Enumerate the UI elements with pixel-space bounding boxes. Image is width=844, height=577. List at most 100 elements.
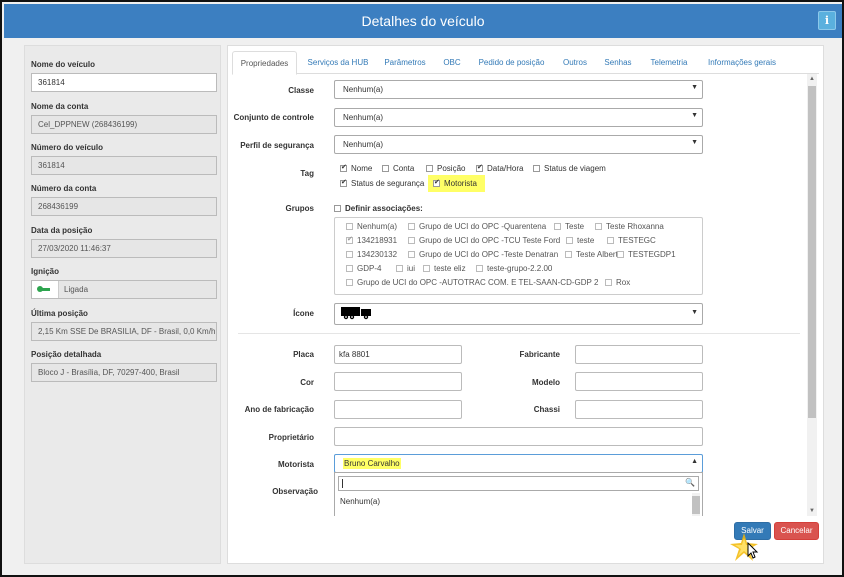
dropdown-option[interactable]: Nenhum(a) bbox=[340, 497, 380, 506]
proprietario-input[interactable] bbox=[334, 427, 703, 446]
motorista-value: Bruno Carvalho bbox=[343, 458, 401, 469]
last-position-field: 2,15 Km SSE De BRASILIA, DF - Brasil, 0,… bbox=[31, 322, 217, 341]
group-checkbox[interactable]: Grupo de UCI do OPC -AUTOTRAC COM. E TEL… bbox=[346, 278, 598, 287]
tab-servicos-hub[interactable]: Serviços da HUB bbox=[302, 51, 374, 74]
fabricante-input[interactable] bbox=[575, 345, 703, 364]
ignition-field: Ligada bbox=[31, 280, 217, 299]
motorista-label: Motorista bbox=[278, 460, 314, 469]
tab-bar: Propriedades Serviços da HUB Parâmetros … bbox=[232, 51, 819, 75]
field-label: Data da posição bbox=[31, 226, 93, 235]
tab-parametros[interactable]: Parâmetros bbox=[378, 51, 432, 74]
field-label: Última posição bbox=[31, 309, 88, 318]
group-checkbox[interactable]: Teste Rhoxanna bbox=[595, 222, 664, 231]
proprietario-label: Proprietário bbox=[268, 433, 314, 442]
vehicle-name-field[interactable]: 361814 bbox=[31, 73, 217, 92]
caret-down-icon: ▼ bbox=[691, 309, 698, 316]
group-checkbox[interactable]: Grupo de UCI do OPC -Teste Denatran bbox=[408, 250, 558, 259]
cancel-button[interactable]: Cancelar bbox=[774, 522, 819, 540]
conjunto-value: Nenhum(a) bbox=[343, 113, 384, 122]
caret-down-icon: ▼ bbox=[691, 139, 698, 146]
caret-up-icon: ▲ bbox=[691, 458, 698, 465]
classe-label: Classe bbox=[288, 86, 314, 95]
dropdown-search-input[interactable]: 🔍 bbox=[338, 476, 699, 491]
dropdown-scrollbar[interactable] bbox=[692, 493, 700, 516]
search-icon: 🔍 bbox=[685, 478, 695, 487]
ano-label: Ano de fabricação bbox=[244, 405, 314, 414]
title-bar: Detalhes do veículo i bbox=[4, 4, 842, 38]
motorista-select[interactable]: Bruno Carvalho ▲ bbox=[334, 454, 703, 473]
chassi-label: Chassi bbox=[533, 405, 560, 414]
classe-select[interactable]: Nenhum(a) ▼ bbox=[334, 80, 703, 99]
motorista-dropdown: 🔍 Nenhum(a) bbox=[334, 472, 703, 516]
classe-value: Nenhum(a) bbox=[343, 85, 384, 94]
group-checkbox[interactable]: Teste bbox=[554, 222, 584, 231]
dialog-title: Detalhes do veículo bbox=[361, 13, 485, 29]
tab-telemetria[interactable]: Telemetria bbox=[643, 51, 695, 74]
group-checkbox[interactable]: teste eliz bbox=[423, 264, 466, 273]
grupos-label: Grupos bbox=[285, 204, 314, 213]
tag-datahora-checkbox[interactable]: Data/Hora bbox=[476, 163, 523, 173]
field-label: Número da conta bbox=[31, 184, 97, 193]
form-scrollbar[interactable]: ▲ ▼ bbox=[807, 74, 817, 516]
tab-outros[interactable]: Outros bbox=[556, 51, 594, 74]
icone-select[interactable]: ▼ bbox=[334, 303, 703, 325]
group-checkbox[interactable]: teste bbox=[566, 236, 594, 245]
group-checkbox[interactable]: Teste Albert bbox=[565, 250, 618, 259]
group-checkbox[interactable]: 134218931 bbox=[346, 235, 397, 245]
placa-input[interactable]: kfa 8801 bbox=[334, 345, 462, 364]
tab-informacoes-gerais[interactable]: Informações gerais bbox=[699, 51, 785, 74]
properties-panel: Propriedades Serviços da HUB Parâmetros … bbox=[227, 45, 824, 564]
modelo-input[interactable] bbox=[575, 372, 703, 391]
vehicle-summary-panel: Nome do veículo 361814 Nome da conta Cel… bbox=[24, 45, 221, 564]
groups-list: Nenhum(a) Grupo de UCI do OPC -Quarenten… bbox=[334, 217, 703, 295]
field-label: Posição detalhada bbox=[31, 350, 102, 359]
scroll-up-icon[interactable]: ▲ bbox=[808, 75, 816, 83]
field-label: Nome do veículo bbox=[31, 60, 96, 69]
group-checkbox[interactable]: 134230132 bbox=[346, 250, 397, 259]
conjunto-select[interactable]: Nenhum(a) ▼ bbox=[334, 108, 703, 127]
account-number-field: 268436199 bbox=[31, 197, 217, 216]
group-checkbox[interactable]: teste-grupo-2.2.00 bbox=[476, 264, 552, 273]
tag-motorista-checkbox[interactable]: Motorista bbox=[428, 175, 485, 192]
tab-obc[interactable]: OBC bbox=[437, 51, 467, 74]
tag-nome-checkbox[interactable]: Nome bbox=[340, 163, 372, 173]
position-date-field: 27/03/2020 11:46:37 bbox=[31, 239, 217, 258]
field-label: Ignição bbox=[31, 267, 60, 276]
tab-senhas[interactable]: Senhas bbox=[598, 51, 638, 74]
group-checkbox[interactable]: GDP-4 bbox=[346, 264, 381, 273]
tab-propriedades[interactable]: Propriedades bbox=[232, 51, 297, 75]
account-name-field: Cel_DPPNEW (268436199) bbox=[31, 115, 217, 134]
definir-associacoes-checkbox[interactable]: Definir associações: bbox=[334, 204, 423, 213]
observacao-label: Observação bbox=[272, 487, 318, 496]
perfil-select[interactable]: Nenhum(a) ▼ bbox=[334, 135, 703, 154]
group-checkbox[interactable]: Rox bbox=[605, 278, 630, 287]
divider bbox=[238, 333, 800, 334]
mouse-cursor-icon bbox=[747, 542, 759, 559]
vehicle-number-field: 361814 bbox=[31, 156, 217, 175]
group-checkbox[interactable]: TESTEGDP1 bbox=[617, 250, 676, 259]
tag-label: Tag bbox=[300, 169, 314, 178]
group-checkbox[interactable]: Grupo de UCI do OPC -Quarentena bbox=[408, 222, 546, 231]
tag-status-seguranca-checkbox[interactable]: Status de segurança bbox=[340, 178, 424, 188]
fabricante-label: Fabricante bbox=[519, 350, 560, 359]
field-label: Nome da conta bbox=[31, 102, 89, 111]
cor-input[interactable] bbox=[334, 372, 462, 391]
chassi-input[interactable] bbox=[575, 400, 703, 419]
group-checkbox[interactable]: Grupo de UCI do OPC -TCU Teste Ford bbox=[408, 236, 560, 245]
tag-status-viagem-checkbox[interactable]: Status de viagem bbox=[533, 164, 606, 173]
info-icon[interactable]: i bbox=[818, 11, 836, 30]
group-checkbox[interactable]: TESTEGC bbox=[607, 236, 656, 245]
scrollbar-thumb[interactable] bbox=[808, 86, 816, 418]
group-checkbox[interactable]: iui bbox=[396, 264, 415, 273]
dialog-frame: Detalhes do veículo i Nome do veículo 36… bbox=[0, 0, 844, 577]
scroll-down-icon[interactable]: ▼ bbox=[808, 507, 816, 515]
field-label: Número do veículo bbox=[31, 143, 104, 152]
group-checkbox[interactable]: Nenhum(a) bbox=[346, 222, 397, 231]
tab-pedido-posicao[interactable]: Pedido de posição bbox=[472, 51, 551, 74]
ignition-key-icon bbox=[32, 281, 59, 298]
tag-conta-checkbox[interactable]: Conta bbox=[382, 164, 414, 173]
ano-input[interactable] bbox=[334, 400, 462, 419]
detailed-position-field: Bloco J - Brasília, DF, 70297-400, Brasi… bbox=[31, 363, 217, 382]
tag-posicao-checkbox[interactable]: Posição bbox=[426, 164, 465, 173]
perfil-label: Perfil de segurança bbox=[240, 141, 314, 150]
